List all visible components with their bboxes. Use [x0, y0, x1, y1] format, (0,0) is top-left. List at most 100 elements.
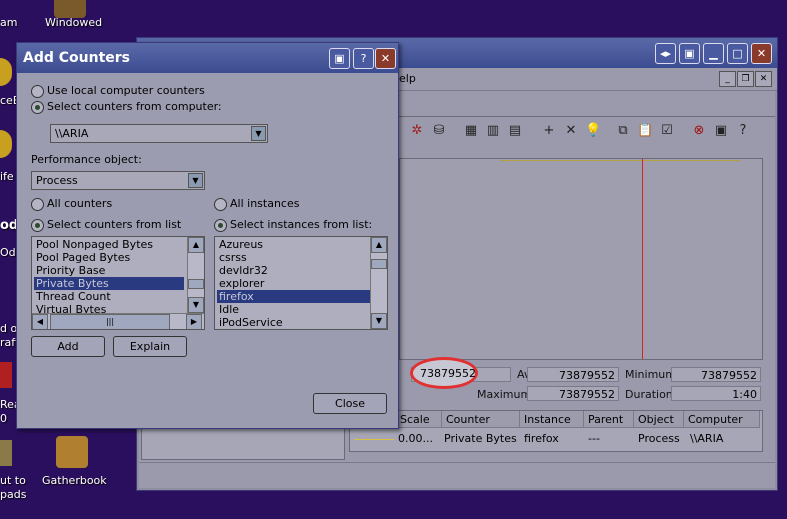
all-instances-radio[interactable]	[214, 198, 227, 211]
counters-vscroll[interactable]: ▲ ▼	[187, 237, 204, 313]
view-log-data-icon[interactable]: ⛁	[431, 123, 447, 139]
legend-header-parent[interactable]: Parent	[584, 411, 634, 428]
desktop-label-windowed[interactable]: Windowed	[45, 16, 102, 29]
select-counters-radio[interactable]	[31, 219, 44, 232]
list-item-selected[interactable]: firefox	[217, 290, 371, 303]
minimize-button[interactable]: ▁	[703, 43, 724, 64]
computer-value: \\ARIA	[55, 127, 89, 140]
dialog-titlebar[interactable]: Add Counters ▣ ? ✕	[17, 43, 398, 73]
scroll-thumb[interactable]	[371, 259, 387, 269]
swap-icon[interactable]: ◂▸	[655, 43, 676, 64]
mdi-close-button[interactable]: ✕	[755, 71, 772, 87]
list-item[interactable]: devldr32	[217, 264, 371, 277]
list-item-selected[interactable]: Private Bytes	[34, 277, 184, 290]
dialog-close-button[interactable]: ✕	[375, 48, 396, 69]
close-dialog-button[interactable]: Close	[313, 393, 387, 414]
use-local-label: Use local computer counters	[47, 84, 205, 97]
perf-toolbar: ✲ ⛁ ▦ ▥ ▤ + ✕ 💡 ⧉ 📋 ☑ ⊗ ▣ ?	[399, 120, 769, 142]
scroll-up-icon[interactable]: ▲	[371, 237, 387, 253]
list-item[interactable]: Idle	[217, 303, 371, 316]
all-counters-radio[interactable]	[31, 198, 44, 211]
delete-icon[interactable]: ✕	[563, 123, 579, 139]
legend-row-counter[interactable]: Private Bytes	[444, 431, 517, 447]
legend-row-object[interactable]: Process	[638, 431, 680, 447]
scroll-thumb[interactable]	[188, 279, 204, 289]
freeze-display-icon[interactable]: ⊗	[691, 123, 707, 139]
all-instances-label: All instances	[230, 197, 300, 210]
restore-layout-icon[interactable]: ▣	[679, 43, 700, 64]
hscroll-thumb[interactable]: |||	[50, 314, 170, 329]
add-counters-dialog: Add Counters ▣ ? ✕ Use local computer co…	[16, 42, 399, 429]
help-icon[interactable]: ?	[735, 123, 751, 139]
mdi-restore-button[interactable]: ❐	[737, 71, 754, 87]
chevron-down-icon[interactable]: ▼	[188, 173, 203, 188]
scroll-right-icon[interactable]: ▶	[186, 314, 202, 329]
view-graph-icon[interactable]: ▦	[463, 123, 479, 139]
list-item[interactable]: Pool Nonpaged Bytes	[34, 238, 184, 251]
list-item[interactable]: Pool Paged Bytes	[34, 251, 184, 264]
select-from-computer-label: Select counters from computer:	[47, 100, 222, 113]
update-data-icon[interactable]: ▣	[713, 123, 729, 139]
app-icon[interactable]	[0, 130, 12, 158]
list-item[interactable]: Thread Count	[34, 290, 184, 303]
legend-row-scale[interactable]: 0.00...	[398, 431, 433, 447]
legend-header-computer[interactable]: Computer	[684, 411, 760, 428]
mdi-minimize-button[interactable]: _	[719, 71, 736, 87]
list-item[interactable]: Priority Base	[34, 264, 184, 277]
gatherbook-icon[interactable]	[56, 436, 88, 468]
view-report-icon[interactable]: ▤	[507, 123, 523, 139]
legend-header-scale[interactable]: Scale	[396, 411, 442, 428]
use-local-radio[interactable]	[31, 85, 44, 98]
scroll-down-icon[interactable]: ▼	[371, 313, 387, 329]
highlight-icon[interactable]: 💡	[585, 123, 601, 139]
performance-object-value: Process	[36, 174, 78, 187]
scroll-left-icon[interactable]: ◀	[32, 314, 48, 329]
legend-header-instance[interactable]: Instance	[520, 411, 584, 428]
desktop-label-utto: ut to	[0, 474, 26, 487]
maximum-label: Maximum	[477, 388, 532, 401]
reader-icon[interactable]	[0, 362, 12, 388]
legend-header-counter[interactable]: Counter	[442, 411, 520, 428]
select-from-computer-radio[interactable]	[31, 101, 44, 114]
add-button[interactable]: Add	[31, 336, 105, 357]
dialog-help-button[interactable]: ?	[353, 48, 374, 69]
properties-icon[interactable]: ☑	[659, 123, 675, 139]
instances-vscroll[interactable]: ▲ ▼	[370, 237, 387, 329]
app-icon[interactable]	[0, 58, 12, 86]
list-item[interactable]: csrss	[217, 251, 371, 264]
new-counter-set-icon[interactable]: ✲	[409, 123, 425, 139]
legend-row-computer[interactable]: \\ARIA	[690, 431, 723, 447]
counters-list[interactable]: Pool Nonpaged Bytes Pool Paged Bytes Pri…	[31, 236, 205, 330]
paste-counter-icon[interactable]: 📋	[637, 123, 653, 139]
legend-header-object[interactable]: Object	[634, 411, 684, 428]
menu-help[interactable]: elp	[399, 72, 416, 85]
view-histogram-icon[interactable]: ▥	[485, 123, 501, 139]
copy-properties-icon[interactable]: ⧉	[615, 123, 631, 139]
dialog-layout-icon[interactable]: ▣	[329, 48, 350, 69]
scroll-up-icon[interactable]: ▲	[188, 237, 204, 253]
duration-value: 1:40	[671, 386, 761, 401]
select-counters-label: Select counters from list	[47, 218, 182, 231]
select-instances-radio[interactable]	[214, 219, 227, 232]
counters-hscroll[interactable]: ◀ ||| ▶	[32, 313, 204, 329]
add-icon[interactable]: +	[541, 123, 557, 139]
chevron-down-icon[interactable]: ▼	[251, 126, 266, 141]
computer-combo[interactable]: \\ARIA ▼	[50, 124, 268, 143]
desktop-label-gatherbook[interactable]: Gatherbook	[42, 474, 107, 487]
scroll-down-icon[interactable]: ▼	[188, 297, 204, 313]
maximize-button[interactable]: □	[727, 43, 748, 64]
shortcut-icon[interactable]	[0, 440, 12, 466]
list-item[interactable]: iPodService	[217, 316, 371, 329]
close-button[interactable]: ✕	[751, 43, 772, 64]
graph-time-bar	[642, 159, 643, 359]
legend-row-parent[interactable]: ---	[588, 431, 600, 447]
legend-line-swatch	[354, 439, 394, 440]
performance-object-combo[interactable]: Process ▼	[31, 171, 205, 190]
instances-list[interactable]: Azureus csrss devldr32 explorer firefox …	[214, 236, 388, 330]
last-value: 73879552	[420, 367, 476, 380]
list-item[interactable]: Azureus	[217, 238, 371, 251]
list-item[interactable]: explorer	[217, 277, 371, 290]
performance-object-label: Performance object:	[31, 153, 142, 166]
legend-row-instance[interactable]: firefox	[524, 431, 559, 447]
explain-button[interactable]: Explain	[113, 336, 187, 357]
